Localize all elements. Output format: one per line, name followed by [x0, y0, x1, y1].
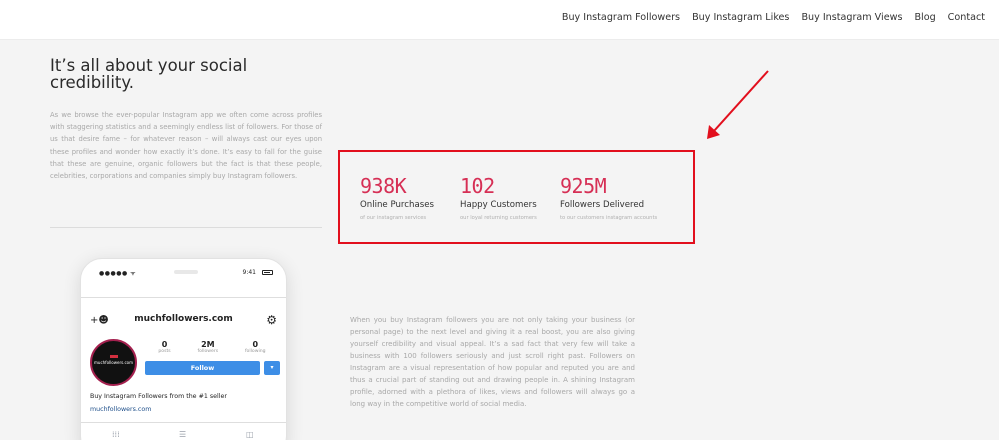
phone-header-divider: [81, 297, 286, 298]
stat-label: Followers Delivered: [560, 200, 645, 210]
signal-icon: ●●●●● ᯤ: [99, 270, 137, 277]
stat-followers-delivered: 925M Followers Delivered to our customer…: [560, 174, 657, 221]
grid-icon[interactable]: ⁞⁞⁞: [112, 430, 120, 439]
avatar: muchfollowers.com: [90, 339, 137, 386]
stat-label: Happy Customers: [460, 200, 537, 210]
stat-value: 938K: [360, 174, 407, 198]
stat-sublabel: of our instagram services: [360, 215, 427, 221]
profile-username: muchfollowers.com: [134, 314, 233, 324]
gear-icon[interactable]: ⚙: [266, 313, 277, 327]
following-count: 0 following: [245, 340, 266, 354]
stat-sublabel: our loyal returning customers: [460, 215, 537, 221]
phone-notch: [174, 270, 198, 274]
profile-counts: 0 posts 2M followers 0 following: [145, 340, 279, 354]
avatar-logo-text: muchfollowers.com: [94, 360, 133, 365]
stat-value: 925M: [560, 174, 607, 198]
count-label: posts: [158, 349, 171, 354]
tagged-icon[interactable]: ◫: [246, 430, 254, 439]
count-number: 0: [252, 340, 259, 349]
stat-value: 102: [460, 174, 495, 198]
phone-mockup: ●●●●● ᯤ 9:41 +☻ muchfollowers.com ⚙ much…: [80, 258, 287, 440]
profile-bio: Buy Instagram Followers from the #1 sell…: [90, 393, 227, 400]
count-label: followers: [197, 349, 219, 354]
posts-count: 0 posts: [158, 340, 170, 354]
profile-tabs-divider: [81, 422, 286, 423]
list-icon[interactable]: ☰: [179, 430, 186, 439]
stat-sublabel: to our customers instagram accounts: [560, 215, 658, 221]
phone-clock: 9:41: [242, 269, 256, 276]
count-number: 0: [161, 340, 168, 349]
followers-count: 2M followers: [198, 340, 219, 354]
count-number: 2M: [201, 340, 215, 349]
count-label: following: [244, 349, 266, 354]
avatar-badge: [110, 355, 118, 358]
stat-online-purchases: 938K Online Purchases of our instagram s…: [360, 174, 434, 221]
follow-button[interactable]: Follow: [145, 361, 260, 375]
profile-bio-link[interactable]: muchfollowers.com: [90, 406, 151, 413]
stat-label: Online Purchases: [360, 200, 434, 210]
stat-happy-customers: 102 Happy Customers our loyal returning …: [460, 174, 537, 221]
follow-dropdown-button[interactable]: ▾: [264, 361, 280, 375]
stats-highlight-box: 938K Online Purchases of our instagram s…: [338, 150, 695, 244]
battery-icon: [262, 270, 273, 275]
body-copy: When you buy Instagram followers you are…: [350, 316, 635, 408]
phone-status-bar: ●●●●● ᯤ 9:41: [81, 269, 286, 279]
